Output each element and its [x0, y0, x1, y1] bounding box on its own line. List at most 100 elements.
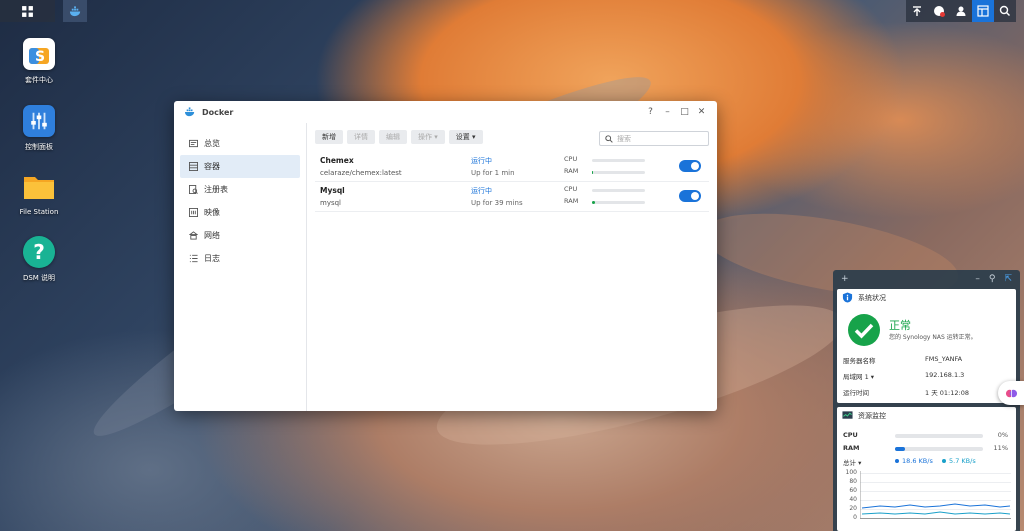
- desktop-icon-label: 套件中心: [25, 76, 53, 84]
- network-icon: [188, 231, 198, 241]
- image-icon: [188, 208, 198, 218]
- ram-usage-bar: [592, 201, 645, 204]
- search-icon: [605, 134, 613, 143]
- chart-y-tick: 0: [853, 514, 857, 521]
- chart-y-tick: 40: [849, 496, 857, 503]
- tray: [906, 0, 1016, 22]
- taskbar-docker-button[interactable]: [63, 0, 87, 22]
- overview-icon: [188, 139, 198, 149]
- sidebar-item-label: 日志: [204, 254, 220, 263]
- widget-title: 系统状况: [858, 293, 886, 302]
- container-name: Chemex: [320, 156, 354, 165]
- cpu-percent: 0%: [997, 431, 1008, 439]
- cpu-usage-bar: [592, 159, 645, 162]
- sidebar-item-overview[interactable]: 总览: [180, 132, 300, 155]
- user-icon[interactable]: [950, 0, 972, 22]
- sidebar-item-label: 网络: [204, 231, 220, 240]
- sidebar-item-container[interactable]: 容器: [180, 155, 300, 178]
- svg-text:S: S: [35, 49, 45, 65]
- cpu-label: CPU: [564, 185, 578, 193]
- widget-expand-button[interactable]: ⇱: [1004, 274, 1012, 284]
- monitor-chart-icon: [842, 411, 853, 419]
- health-status: 正常: [889, 319, 911, 332]
- container-image: mysql: [320, 199, 341, 207]
- registry-icon: [188, 185, 198, 195]
- apps-grid-icon: [22, 5, 33, 17]
- sidebar: 总览 容器 注册表 映像 网络 日志: [174, 123, 307, 411]
- close-button[interactable]: ✕: [696, 105, 707, 119]
- network-traffic-plot: [860, 471, 1011, 519]
- details-button[interactable]: 详情: [347, 130, 375, 144]
- sidebar-item-label: 容器: [204, 162, 220, 171]
- minimize-button[interactable]: –: [662, 105, 673, 119]
- desktop-icon-label: File Station: [19, 208, 59, 216]
- ram-usage-fill: [592, 201, 595, 204]
- check-circle-icon: [848, 314, 880, 346]
- package-center-icon: S: [23, 38, 55, 70]
- total-dropdown[interactable]: 总计 ▾: [843, 457, 861, 467]
- cpu-usage-bar: [592, 189, 645, 192]
- action-dropdown[interactable]: 操作 ▾: [411, 130, 445, 144]
- docker-whale-icon: [69, 5, 80, 16]
- ram-label: RAM: [843, 444, 860, 452]
- desktop-icon-dsm-help[interactable]: ? DSM 说明: [11, 236, 67, 283]
- health-description: 您的 Synology NAS 运转正常。: [889, 334, 977, 341]
- lan-dropdown[interactable]: 局域网 1 ▾: [843, 371, 874, 381]
- desktop-icon-package-center[interactable]: S 套件中心: [11, 38, 67, 85]
- search-icon[interactable]: [994, 0, 1016, 22]
- search-placeholder: 搜索: [617, 134, 631, 143]
- download-speed: 5.7 KB/s: [942, 457, 976, 465]
- assistant-tab[interactable]: [998, 381, 1024, 405]
- container-uptime: Up for 39 mins: [471, 199, 523, 207]
- upload-icon[interactable]: [906, 0, 928, 22]
- sidebar-item-network[interactable]: 网络: [180, 224, 300, 247]
- docker-whale-icon: [185, 107, 195, 117]
- widget-title: 资源监控: [858, 411, 886, 420]
- container-status: 运行中: [471, 187, 492, 195]
- desktop-icon-control-panel[interactable]: 控制面板: [11, 105, 67, 152]
- search-input[interactable]: 搜索: [599, 131, 709, 146]
- new-button[interactable]: 新增: [315, 130, 343, 144]
- sidebar-item-image[interactable]: 映像: [180, 201, 300, 224]
- cpu-usage-bar: [895, 434, 983, 438]
- widget-pin-button[interactable]: ⚲: [989, 274, 996, 284]
- widget-minimize-button[interactable]: –: [975, 274, 980, 284]
- main-menu-button[interactable]: [0, 0, 55, 22]
- upload-speed: 18.6 KB/s: [895, 457, 933, 465]
- desktop-icon-file-station[interactable]: File Station: [11, 171, 67, 216]
- shield-info-icon: [842, 292, 853, 303]
- ram-label: RAM: [564, 167, 579, 175]
- window-titlebar[interactable]: Docker ? – □ ✕: [174, 101, 717, 123]
- ram-percent: 11%: [993, 444, 1008, 452]
- widget-panel: + – ⚲ ⇱ 系统状况 正常 您的 Synology NAS 运转正常。 服务…: [833, 270, 1020, 531]
- sidebar-item-registry[interactable]: 注册表: [180, 178, 300, 201]
- docker-window: Docker ? – □ ✕ 总览 容器 注册表 映像 网络 日志 新增 详情 …: [174, 101, 717, 411]
- taskbar: [0, 0, 1024, 22]
- log-icon: [188, 254, 198, 264]
- control-panel-icon: [23, 105, 55, 137]
- system-health-widget: 系统状况 正常 您的 Synology NAS 运转正常。 服务器名称 FMS_Y…: [837, 289, 1016, 403]
- ram-label: RAM: [564, 197, 579, 205]
- table-row[interactable]: Chemex celaraze/chemex:latest 运行中 Up for…: [315, 152, 709, 182]
- desktop-icon-label: 控制面板: [25, 143, 53, 151]
- uptime-label: 运行时间: [843, 389, 869, 397]
- ram-usage-bar: [895, 447, 983, 451]
- sidebar-item-log[interactable]: 日志: [180, 247, 300, 270]
- container-toggle[interactable]: [679, 160, 701, 172]
- container-status: 运行中: [471, 157, 492, 165]
- container-icon: [188, 162, 198, 172]
- chart-y-tick: 80: [849, 478, 857, 485]
- sidebar-item-label: 映像: [204, 208, 220, 217]
- notification-icon[interactable]: [928, 0, 950, 22]
- folder-icon: [23, 171, 55, 203]
- widgets-icon[interactable]: [972, 0, 994, 22]
- container-toggle[interactable]: [679, 190, 701, 202]
- edit-button[interactable]: 编辑: [379, 130, 407, 144]
- sidebar-item-label: 注册表: [204, 185, 228, 194]
- maximize-button[interactable]: □: [679, 105, 690, 119]
- add-widget-button[interactable]: +: [841, 274, 849, 284]
- settings-dropdown[interactable]: 设置 ▾: [448, 130, 483, 144]
- help-button[interactable]: ?: [645, 105, 656, 119]
- table-row[interactable]: Mysql mysql 运行中 Up for 39 mins CPU RAM: [315, 182, 709, 212]
- server-name: FMS_YANFA: [925, 355, 963, 363]
